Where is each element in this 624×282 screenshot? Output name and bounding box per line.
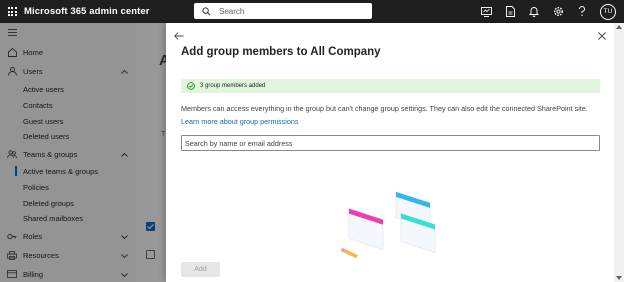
modal-overlay[interactable] [0,23,166,282]
empty-state-illustration [341,191,436,259]
bell-icon[interactable] [528,6,540,18]
global-search-placeholder: Search [219,6,245,16]
scroll-down-icon[interactable] [616,276,622,280]
panel-title: Add group members to All Company [181,46,381,58]
app-launcher-button[interactable] [0,0,24,23]
app-title[interactable]: Microsoft 365 admin center [24,6,150,17]
learn-more-link[interactable]: Learn more about group permissions [181,117,298,126]
user-avatar[interactable]: TU [600,3,616,20]
waffle-icon [7,7,17,16]
close-icon [598,32,606,40]
screen-icon[interactable] [480,6,492,18]
search-icon [202,6,211,15]
global-search-box[interactable]: Search [194,3,372,19]
back-button[interactable] [173,30,185,42]
gear-icon[interactable] [552,6,564,18]
add-button[interactable]: Add [181,262,220,277]
scroll-up-icon[interactable] [616,25,622,29]
panel-description: Members can access everything in the gro… [181,104,588,113]
success-message: 3 group members added [200,83,266,89]
add-members-panel: Add group members to All Company 3 group… [166,23,614,282]
arrow-left-icon [174,32,184,40]
top-bar-actions: TU [480,0,616,23]
close-button[interactable] [596,30,608,42]
top-bar: Microsoft 365 admin center Search TU [0,0,624,23]
success-message-bar: 3 group members added [181,79,600,93]
document-icon[interactable] [504,6,516,18]
help-icon[interactable] [576,6,588,18]
member-search-input[interactable] [181,135,600,151]
check-circle-icon [187,82,195,90]
panel-scrollbar[interactable] [614,23,624,282]
